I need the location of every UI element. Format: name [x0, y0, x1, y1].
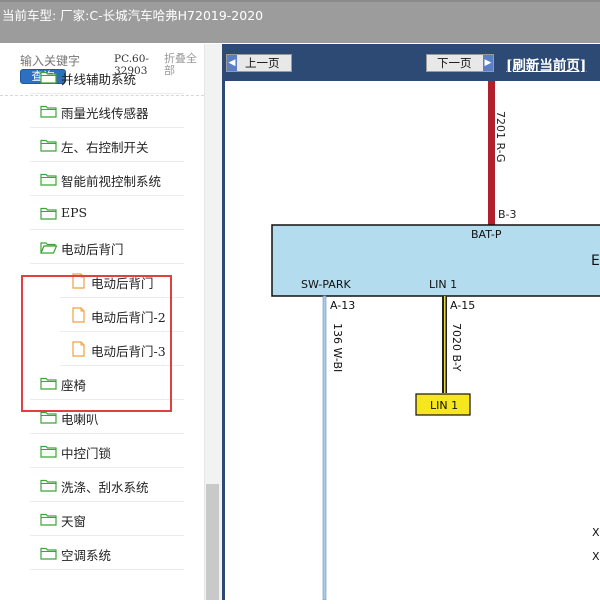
tree-item-label: 洗涤、刮水系统: [61, 480, 149, 495]
folder-icon: [40, 479, 57, 492]
lin-pin-label: LIN 1: [429, 278, 457, 291]
prev-page-label: 上一页: [245, 56, 280, 70]
arrow-right-icon: ▶: [483, 55, 493, 71]
prev-page-button[interactable]: ◀ 上一页: [226, 54, 292, 72]
tree-item-folder[interactable]: 雨量光线传感器: [20, 94, 184, 128]
tree-item-folder[interactable]: 左、右控制开关: [20, 128, 184, 162]
tree-item-label: 中控门锁: [61, 446, 112, 461]
wire-7201-label: 7201 R-G: [494, 111, 507, 163]
tree-item-folder[interactable]: 中控门锁: [20, 434, 184, 468]
folder-icon: [40, 173, 57, 186]
tree-item-label: 雨量光线传感器: [61, 106, 149, 121]
pin-a13-label: A-13: [330, 299, 355, 312]
tree-item-label: EPS: [61, 205, 88, 220]
scrollbar-thumb[interactable]: [206, 484, 219, 600]
lin-box-label: LIN 1: [430, 399, 458, 412]
tree-item-folder[interactable]: 天窗: [20, 502, 184, 536]
next-page-label: 下一页: [437, 56, 472, 70]
wire-136-label: 136 W-BI: [331, 323, 344, 372]
tree-item-folder[interactable]: EPS: [20, 196, 184, 230]
title-bar-top-line: [0, 0, 600, 2]
folder-icon: [40, 105, 57, 118]
tree-item-folder[interactable]: 电动后背门: [20, 230, 184, 264]
tree-item-label: 左、右控制开关: [61, 140, 149, 155]
refresh-page-link[interactable]: [刷新当前页]: [506, 54, 586, 74]
tree-item-label: 并线辅助系统: [61, 72, 137, 87]
sw-park-label: SW-PARK: [301, 278, 351, 291]
pin-b3-label: B-3: [498, 208, 517, 221]
tree-item-folder[interactable]: 空调系统: [20, 536, 184, 570]
wire-7201: [488, 81, 495, 225]
right-edge-label-2: X: [592, 550, 600, 563]
wiring-diagram-canvas: 7201 R-G B-3 BAT-P E SW-PARK LIN 1 A-13 …: [225, 81, 600, 601]
module-name-label: E: [591, 253, 600, 269]
folder-icon: [40, 411, 57, 424]
folder-icon: [40, 207, 57, 220]
tree-item-label: 天窗: [61, 514, 87, 529]
folder-icon: [40, 547, 57, 560]
tree-item-folder[interactable]: 洗涤、刮水系统: [20, 468, 184, 502]
folder-icon: [40, 71, 57, 84]
tree-item-folder[interactable]: 智能前视控制系统: [20, 162, 184, 196]
arrow-left-icon: ◀: [227, 55, 237, 71]
wire-7020-label: 7020 B-Y: [450, 323, 463, 372]
right-edge-label-1: X: [592, 526, 600, 539]
tree-item-label: 智能前视控制系统: [61, 174, 162, 189]
pin-a15-label: A-15: [450, 299, 475, 312]
folder-icon: [40, 513, 57, 526]
wiring-diagram: 7201 R-G B-3 BAT-P E SW-PARK LIN 1 A-13 …: [271, 81, 600, 601]
highlight-box: [21, 275, 172, 412]
tree-item-label: 电动后背门: [61, 242, 124, 257]
tree-item-label: 空调系统: [61, 548, 112, 563]
folder-icon: [40, 139, 57, 152]
bat-p-label: BAT-P: [471, 228, 502, 241]
window-caption: 当前车型: 厂家:C-长城汽车哈弗H72019-2020: [2, 8, 264, 23]
title-bar: 当前车型: 厂家:C-长城汽车哈弗H72019-2020: [0, 0, 600, 43]
folder-open-icon: [40, 242, 57, 254]
tree-item-folder[interactable]: 并线辅助系统: [20, 60, 184, 94]
wire-7020-stripe: [444, 296, 446, 393]
wire-136: [322, 295, 327, 601]
tree-item-divider: [30, 569, 184, 570]
next-page-button[interactable]: 下一页 ▶: [426, 54, 494, 72]
folder-icon: [40, 445, 57, 458]
